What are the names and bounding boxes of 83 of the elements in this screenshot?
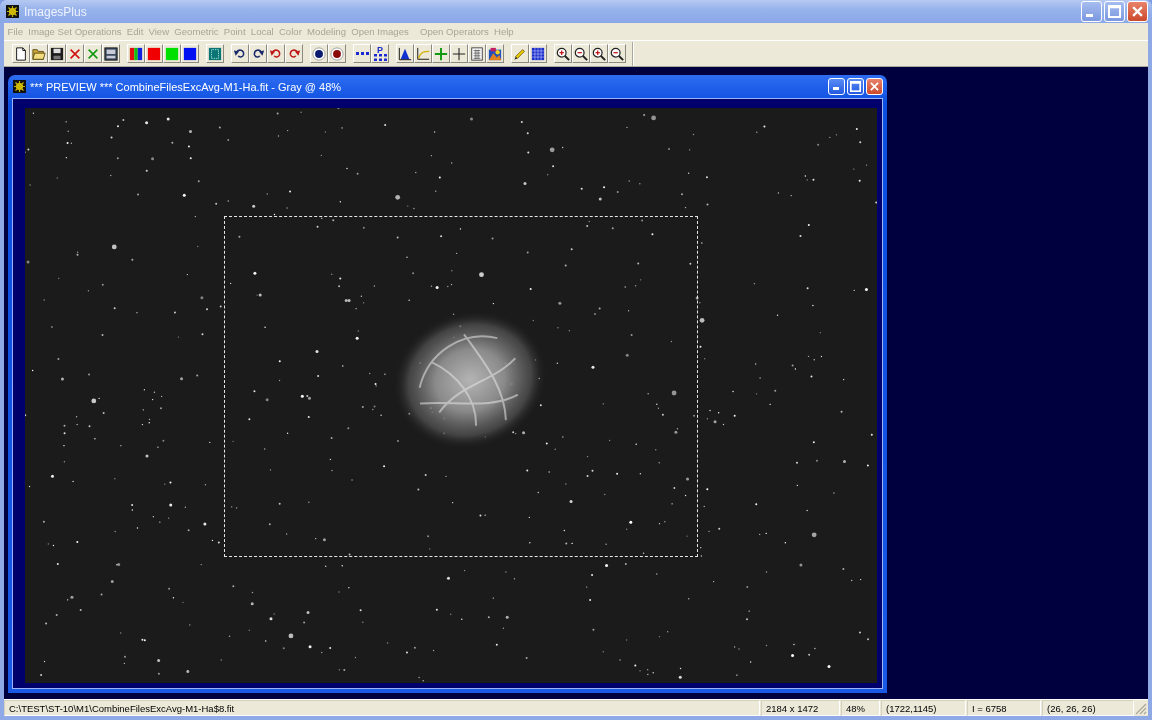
color-image-button[interactable] <box>486 44 504 63</box>
zoom-in-button[interactable] <box>590 44 608 63</box>
channel-button[interactable] <box>181 44 199 63</box>
histogram-icon <box>398 46 412 61</box>
open-button[interactable] <box>30 44 48 63</box>
page-icon <box>14 46 28 61</box>
dot-circle-icon <box>330 46 344 61</box>
undo-button[interactable] <box>231 44 249 63</box>
pencil-button[interactable] <box>511 44 529 63</box>
dot-pattern-icon <box>373 54 387 61</box>
undo-arrow-icon <box>269 46 283 61</box>
status-field: I = 6758 <box>967 700 1041 716</box>
zoom-out-icon <box>574 46 588 61</box>
picture-icon <box>488 46 502 61</box>
redo-button[interactable] <box>285 44 303 63</box>
resize-grip-icon <box>1135 703 1147 715</box>
file-path-field: C:\TEST\ST-10\M1\CombineFilesExcAvg-M1-Ha$8.fit <box>4 700 760 716</box>
zoom-in-icon <box>556 46 570 61</box>
pencil-icon <box>513 46 527 61</box>
add-button[interactable] <box>432 44 450 63</box>
close-icon <box>1132 6 1143 17</box>
dot-circle-icon <box>312 46 326 61</box>
window-button[interactable] <box>102 44 120 63</box>
calculator-button[interactable] <box>468 44 486 63</box>
selection-button[interactable] <box>206 44 224 63</box>
points-button[interactable]: P <box>371 44 389 63</box>
swatch-icon <box>147 46 161 61</box>
point-button[interactable] <box>328 44 346 63</box>
monitor-icon <box>104 46 118 61</box>
status-field: 2184 x 1472 <box>761 700 840 716</box>
status-field: (1722,1145) <box>881 700 966 716</box>
save-button[interactable] <box>48 44 66 63</box>
grid-icon <box>531 46 545 61</box>
close-button[interactable] <box>866 78 883 95</box>
swatch-icon <box>165 46 179 61</box>
crosshair-icon <box>452 46 466 61</box>
minimize-button[interactable] <box>828 78 845 95</box>
maximize-icon <box>1108 5 1121 18</box>
close-button[interactable] <box>1127 1 1148 22</box>
points-button[interactable] <box>353 44 371 63</box>
grid-button[interactable] <box>529 44 547 63</box>
three-dots-icon <box>355 52 369 55</box>
swatch-icon <box>183 46 197 61</box>
folder-icon <box>32 46 46 61</box>
calculator-icon <box>470 46 484 61</box>
dotted-square-icon <box>208 46 222 61</box>
maximize-button[interactable] <box>1104 1 1125 22</box>
histogram-button[interactable] <box>396 44 414 63</box>
zoom-out-button[interactable] <box>572 44 590 63</box>
status-field: (26, 26, 26) <box>1042 700 1134 716</box>
zoom-in-button[interactable] <box>554 44 572 63</box>
app-logo-icon <box>13 80 26 93</box>
minimize-button[interactable] <box>1081 1 1102 22</box>
channel-button[interactable] <box>145 44 163 63</box>
maximize-button[interactable] <box>847 78 864 95</box>
document-title: *** PREVIEW *** CombineFilesExcAvg-M1-Ha.fit - Gray @ 48% <box>30 80 342 93</box>
zoom-out-icon <box>610 46 624 61</box>
minimize-icon <box>1086 14 1093 17</box>
undo-arrow-icon <box>233 46 247 61</box>
x-mark-icon <box>86 46 100 61</box>
redo-arrow-icon <box>287 46 301 61</box>
close-icon <box>870 82 879 91</box>
new-file-button[interactable] <box>12 44 30 63</box>
curve-icon <box>416 46 430 61</box>
plus-icon <box>434 46 448 61</box>
point-button[interactable] <box>310 44 328 63</box>
status-field: 48% <box>841 700 880 716</box>
minimize-icon <box>833 87 839 90</box>
zoom-in-icon <box>592 46 606 61</box>
rgb-button[interactable] <box>127 44 145 63</box>
clear-button[interactable] <box>84 44 102 63</box>
color-bars-icon <box>129 46 143 61</box>
undo-button[interactable] <box>267 44 285 63</box>
maximize-icon <box>850 81 861 92</box>
zoom-out-button[interactable] <box>608 44 626 63</box>
crosshair-button[interactable] <box>450 44 468 63</box>
redo-button[interactable] <box>249 44 267 63</box>
x-mark-icon <box>68 46 82 61</box>
app-logo-icon <box>6 5 19 18</box>
delete-button[interactable] <box>66 44 84 63</box>
window-title: ImagesPlus <box>24 4 87 19</box>
curves-button[interactable] <box>414 44 432 63</box>
redo-arrow-icon <box>251 46 265 61</box>
